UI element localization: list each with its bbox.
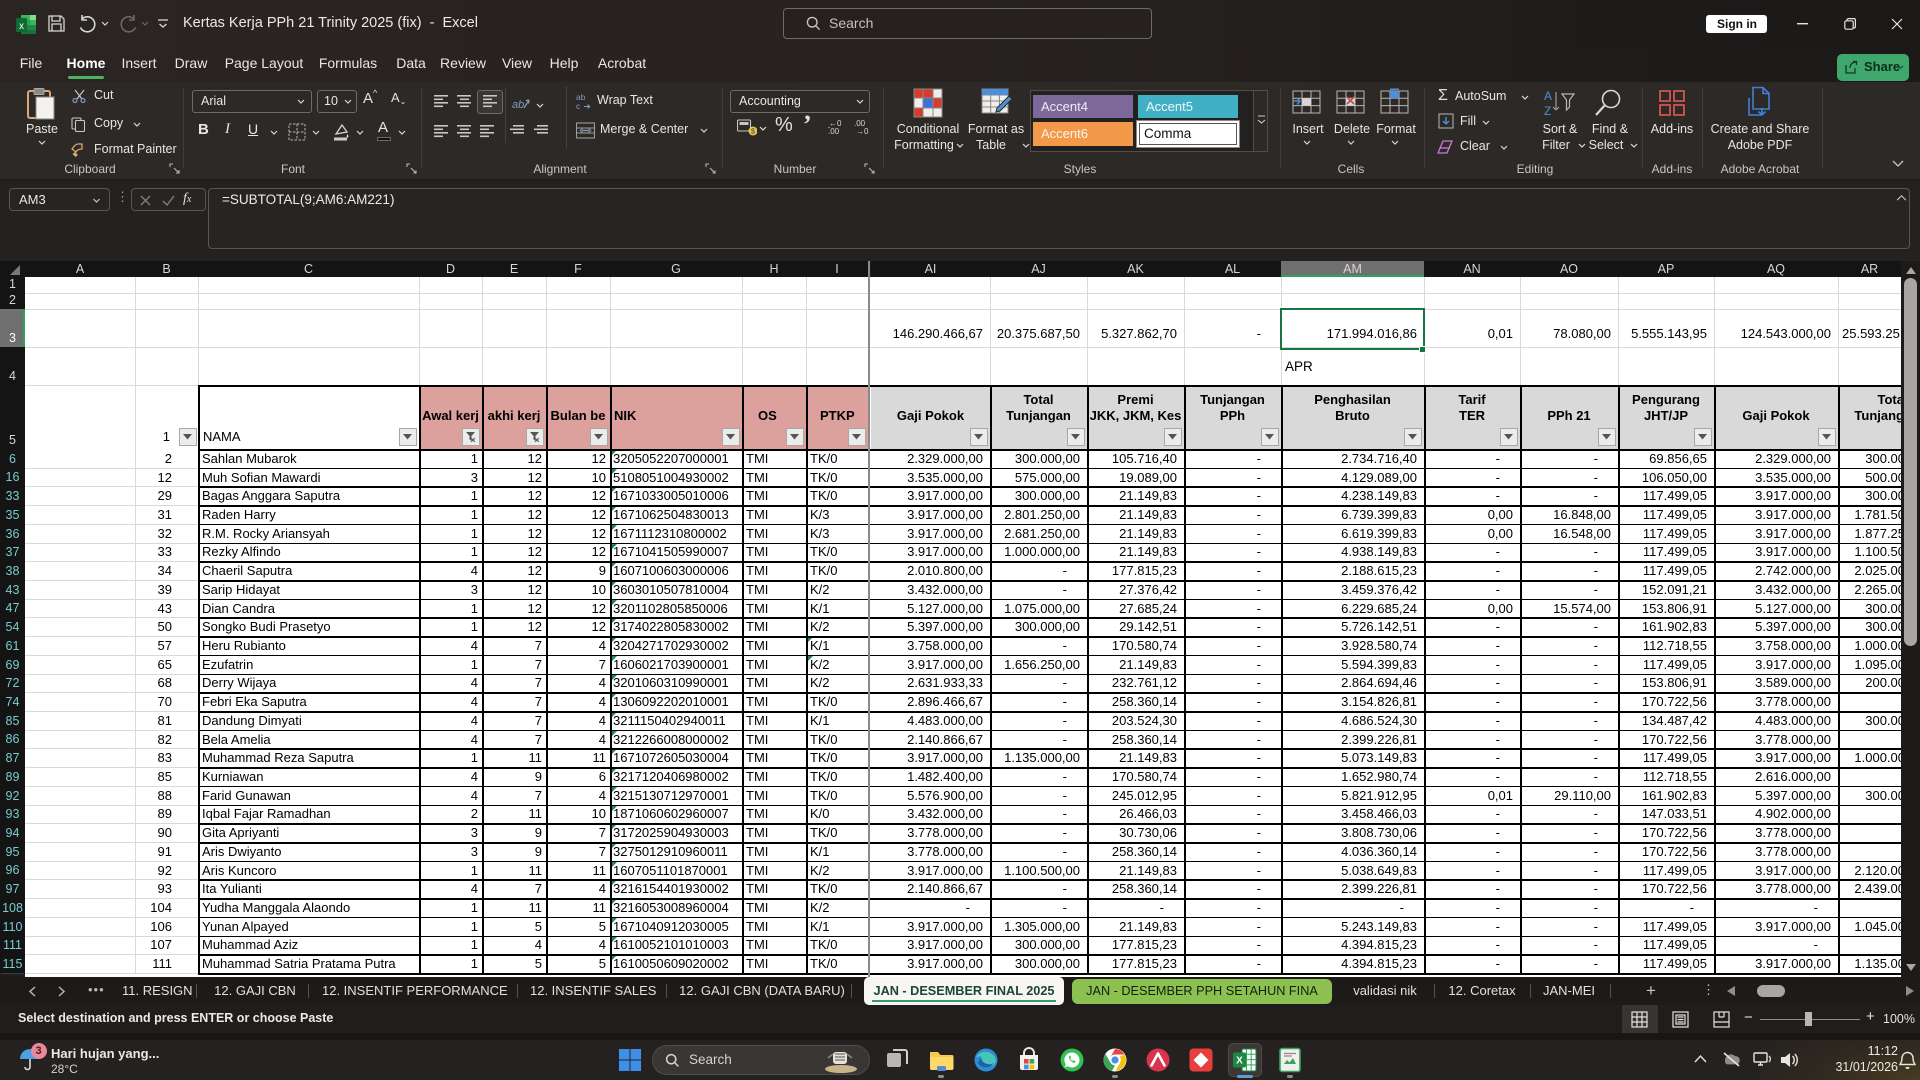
svg-text:A: A [1544,89,1552,103]
svg-text:X: X [1236,1056,1243,1067]
svg-text:x: x [19,21,24,32]
svg-text:→0: →0 [856,127,869,135]
svg-text:ab: ab [512,99,524,111]
svg-text:.00: .00 [828,127,840,135]
svg-text:Z: Z [1544,104,1551,118]
svg-text:$: $ [751,129,755,136]
svg-text:c: c [576,101,581,110]
